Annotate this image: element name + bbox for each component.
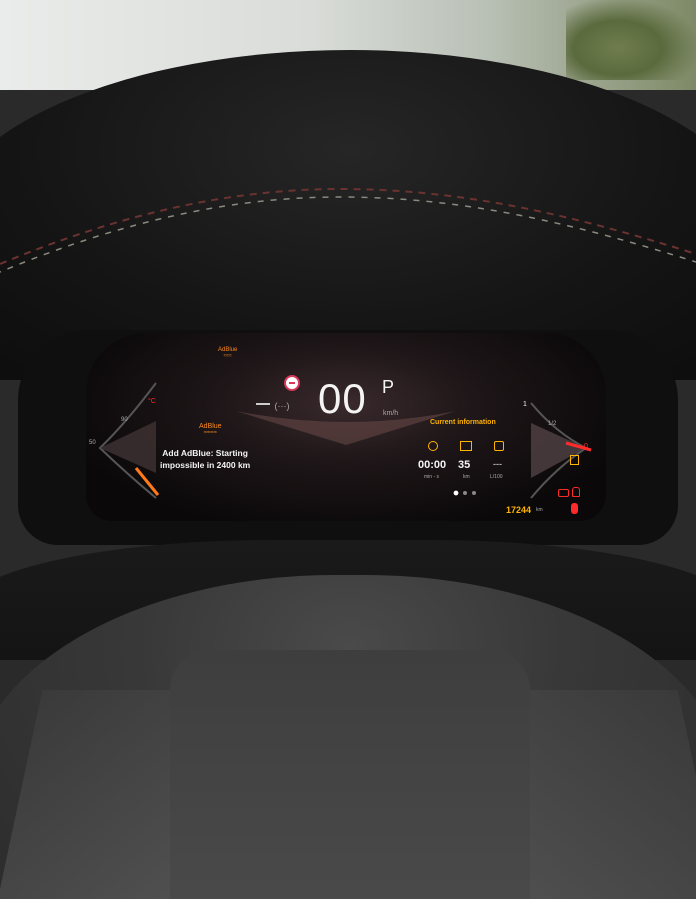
top-adblue-warning: AdBlue ≈≈≈ [218, 347, 237, 359]
adblue-message-line2: impossible in 2400 km [160, 460, 251, 470]
trip-time-unit: min - s [424, 474, 439, 480]
adblue-message-text: Add AdBlue: Starting impossible in 2400 … [160, 447, 250, 471]
left-gauge-tick-50: 50 [89, 440, 96, 446]
gear-indicator: P [382, 377, 395, 397]
adblue-icon-label: AdBlue [199, 423, 222, 430]
speed-unit: km/h [383, 410, 399, 417]
trip-consumption-value: --- [493, 459, 502, 469]
odometer-value: 17244 [506, 505, 532, 515]
steering-wheel-hub [170, 650, 530, 899]
temp-unit-label: °C [148, 398, 156, 405]
trip-distance-icon [460, 441, 472, 451]
trip-distance-unit: km [463, 474, 470, 480]
speed-value: 00 [318, 375, 367, 422]
driver-assist-text: (···) [274, 401, 290, 411]
contrast-stitching [0, 187, 696, 273]
fuel-gauge-tick-empty: 0 [584, 443, 588, 450]
left-gauge-tick-90: 90 [121, 417, 128, 423]
trip-panel-title: Current information [430, 419, 496, 426]
fuel-gauge-tick-full: 1 [523, 401, 527, 408]
cluster-glow [98, 382, 592, 499]
fuel-pump-icon [570, 455, 579, 465]
digital-instrument-cluster: AdBlue ≈≈≈ (···) 00 P km/h °C 90 50 AdBl… [86, 333, 606, 521]
adblue-icon-wave: ≈≈≈≈ [203, 430, 217, 436]
trip-time-value: 00:00 [418, 459, 447, 471]
adblue-message-line1: Add AdBlue: Starting [162, 448, 248, 458]
trip-consumption-unit: L/100 [490, 474, 503, 480]
trip-time-icon [428, 441, 438, 451]
trip-fuel-icon [494, 441, 504, 451]
lock-warning-icon [572, 487, 580, 497]
trip-distance-value: 35 [458, 459, 471, 471]
driver-assist-icon: (···) [256, 401, 290, 411]
camera-warning-icon [558, 489, 569, 497]
top-adblue-wave: ≈≈≈ [223, 353, 232, 359]
adblue-message-icon: AdBlue ≈≈≈≈ [199, 423, 222, 436]
odometer-unit: km [536, 507, 543, 513]
seatbelt-warning-icon [571, 503, 578, 514]
fuel-gauge-tick-half: 1/2 [548, 421, 557, 427]
car-interior-photo: AdBlue ≈≈≈ (···) 00 P km/h °C 90 50 AdBl… [0, 0, 696, 899]
speed-limit-icon [284, 375, 300, 391]
